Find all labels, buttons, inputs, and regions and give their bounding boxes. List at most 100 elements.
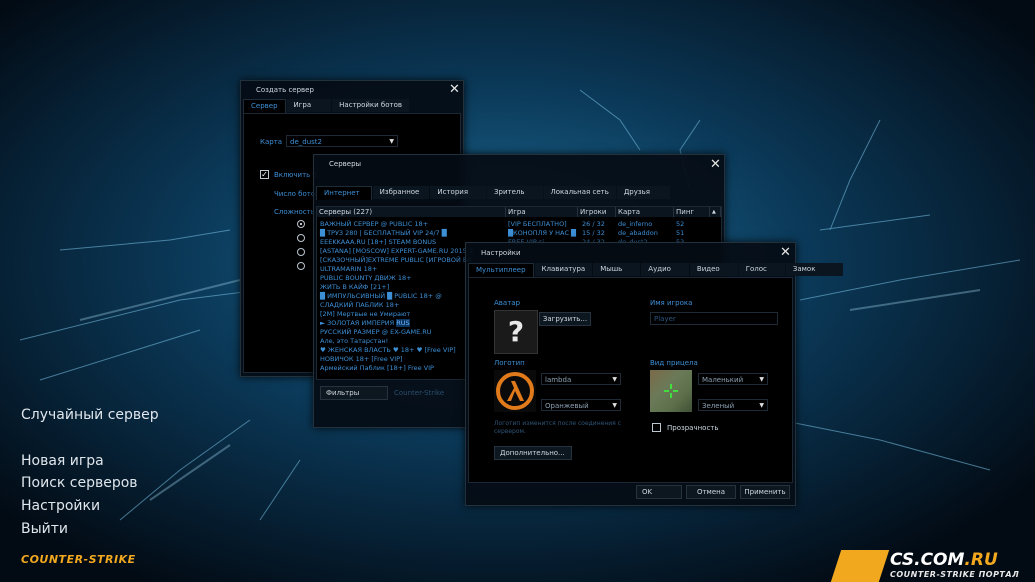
tab-video[interactable]: Видео [689, 263, 738, 276]
table-row[interactable]: ► ЗОЛОТАЯ ИМПЕРИЯ RUS [320, 319, 410, 328]
table-row[interactable]: ♥ ЖЕНСКАЯ ВЛАСТЬ ♥ 18+ ♥ [Free VIP] [320, 346, 456, 355]
enable-bots-checkbox[interactable]: ✓ [260, 170, 269, 179]
tab-keyboard[interactable]: Клавиатура [534, 263, 593, 276]
chevron-down-icon: ▼ [389, 138, 394, 145]
multiplayer-pane: Аватар ? Загрузить... Имя игрока Player … [468, 277, 793, 483]
menu-quick-server[interactable]: Случайный сервер [21, 407, 159, 423]
row-ping: 51 [676, 229, 685, 237]
chevron-down-icon: ▼ [612, 376, 617, 383]
site-name: CS.COM.RU [890, 550, 998, 570]
chevron-down-icon: ▼ [612, 402, 617, 409]
filter-game-label: Counter-Strike [394, 389, 445, 397]
table-row[interactable]: PUBLIC BOUNTY ДВИЖ 18+ [320, 274, 412, 283]
soldier-icon [830, 550, 890, 582]
row-map: de_inferno [618, 220, 653, 228]
lambda-logo-icon [494, 370, 536, 412]
close-icon[interactable]: ✕ [780, 246, 791, 259]
table-row[interactable]: EEEKKAAA.RU [18+] STEAM BONUS [320, 238, 436, 247]
column-header-ping[interactable]: Пинг [674, 207, 710, 217]
menu-settings[interactable]: Настройки [21, 498, 100, 514]
column-header-map[interactable]: Карта [616, 207, 674, 217]
logo-note: Логотип изменится после соединения с сер… [494, 420, 621, 435]
tab-bot-settings[interactable]: Настройки ботов [332, 99, 410, 112]
row-players: 15 / 32 [582, 229, 605, 237]
row-map: de_abaddon [618, 229, 658, 237]
tab-internet[interactable]: Интернет [316, 186, 372, 200]
filters-button[interactable]: Фильтры [320, 386, 388, 400]
avatar: ? [494, 310, 538, 354]
map-select[interactable]: de_dust2 ▼ [286, 135, 398, 147]
table-row[interactable]: [2M] Мертвые не Умирают [320, 310, 410, 319]
tab-multiplayer[interactable]: Мультиплеер [468, 263, 534, 277]
tab-mouse[interactable]: Мышь [593, 263, 641, 276]
tab-spectate[interactable]: Зритель [487, 186, 543, 199]
settings-window: Настройки ✕ Мультиплеер Клавиатура Мышь … [465, 242, 844, 506]
row-players: 26 / 32 [582, 220, 605, 228]
game-logo: COUNTER-STRIKE [21, 553, 136, 566]
column-header-name[interactable]: Серверы (227) [317, 207, 506, 217]
table-row[interactable]: [ASTANA] [MOSCOW] EXPERT-GAME.RU 2015-2 [320, 247, 473, 256]
crosshair-label: Вид прицела [650, 359, 698, 367]
menu-find-servers[interactable]: Поиск серверов [21, 475, 138, 491]
menu-new-game[interactable]: Новая игра [21, 453, 104, 469]
ok-button[interactable]: OK [636, 485, 682, 499]
table-row[interactable]: █ ТРУЗ 280 | БЕСПЛАТНЫЙ VIP 24/7 █ [320, 229, 447, 238]
scroll-up-icon[interactable]: ▲ [710, 207, 721, 217]
tab-favorites[interactable]: Избранное [372, 186, 430, 199]
tab-voice[interactable]: Голос [738, 263, 785, 276]
table-row[interactable]: ULTRAMARIN 18+ [320, 265, 377, 274]
logo-label: Логотип [494, 359, 525, 367]
crosshair-color-select[interactable]: Зеленый ▼ [698, 399, 768, 411]
tab-lan[interactable]: Локальная сеть [543, 186, 616, 199]
map-label: Карта [260, 138, 283, 146]
table-row[interactable]: ЖИТЬ В КАЙФ [21+] [320, 283, 389, 292]
window-title: Серверы [329, 160, 362, 168]
chevron-down-icon: ▼ [759, 402, 764, 409]
table-row[interactable]: СЛАДКИЙ ПАБЛИК 18+ [320, 301, 399, 310]
tab-friends[interactable]: Друзья [616, 186, 670, 199]
site-tagline: COUNTER-STRIKE ПОРТАЛ [890, 570, 1020, 579]
player-name-label: Имя игрока [650, 299, 693, 307]
close-icon[interactable]: ✕ [710, 158, 721, 171]
enable-bots-label: Включить б [274, 171, 317, 179]
transparency-checkbox[interactable] [652, 423, 661, 432]
table-row[interactable]: [СКАЗОЧНЫЙ]EXTREME PUBLIC [ИГРОВОЙ ВА [320, 256, 472, 265]
tab-server[interactable]: Сервер [243, 99, 286, 113]
logo-color-select[interactable]: Оранжевый ▼ [541, 399, 621, 411]
table-row[interactable]: НОВИЧОК 18+ [Free VIP] [320, 355, 403, 364]
window-title: Создать сервер [256, 86, 314, 94]
table-row[interactable]: ВАЖНЫЙ СЕРВЕР @ PUBLIC 18+ [320, 220, 428, 229]
site-watermark: CS.COM.RU COUNTER-STRIKE ПОРТАЛ [830, 546, 1035, 582]
cancel-button[interactable]: Отмена [686, 485, 736, 499]
table-row[interactable]: РУССКИЙ РАЗМЕР @ EX-GAME.RU [320, 328, 432, 337]
tab-audio[interactable]: Аудио [641, 263, 689, 276]
difficulty-radio-4[interactable] [297, 262, 305, 270]
difficulty-radio-3[interactable] [297, 248, 305, 256]
table-row[interactable]: █ ИМПУЛЬСИВНЫЙ █ PUBLIC 18+ @ [320, 292, 442, 301]
table-row[interactable]: Армейский Паблик [18+] Free VIP [320, 364, 434, 373]
advanced-button[interactable]: Дополнительно... [494, 446, 572, 460]
tab-history[interactable]: История [430, 186, 487, 199]
difficulty-radio-1[interactable] [297, 220, 305, 228]
tab-game[interactable]: Игра [286, 99, 332, 112]
tab-lock[interactable]: Замок [785, 263, 844, 276]
region-tag: RUS [396, 319, 410, 327]
crosshair-preview [650, 370, 692, 412]
column-header-game[interactable]: Игра [506, 207, 578, 217]
crosshair-size-select[interactable]: Маленький ▼ [698, 373, 768, 385]
column-header-players[interactable]: Игроки [578, 207, 616, 217]
upload-avatar-button[interactable]: Загрузить... [539, 312, 591, 326]
transparency-label: Прозрачность [667, 424, 719, 432]
logo-select[interactable]: lambda ▼ [541, 373, 621, 385]
avatar-label: Аватар [494, 299, 521, 307]
row-game: [VIP БЕСПЛАТНО] [508, 220, 567, 228]
window-title: Настройки [481, 249, 521, 257]
table-row[interactable]: Але, это Татарстан! [320, 337, 388, 346]
difficulty-radio-2[interactable] [297, 234, 305, 242]
apply-button[interactable]: Применить [740, 485, 790, 499]
chevron-down-icon: ▼ [759, 376, 764, 383]
menu-quit[interactable]: Выйти [21, 521, 68, 537]
player-name-input[interactable]: Player [650, 312, 778, 325]
close-icon[interactable]: ✕ [449, 83, 460, 96]
difficulty-label: Сложность [274, 208, 315, 216]
